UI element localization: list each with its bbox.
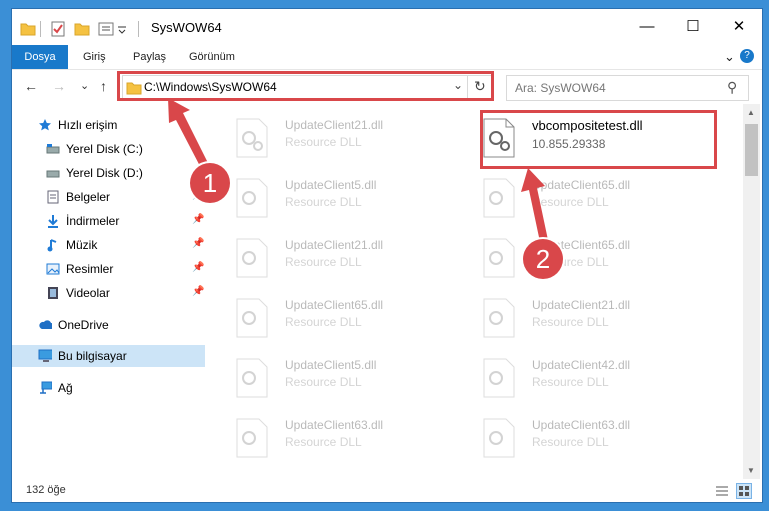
arrow-1 [168, 98, 209, 170]
step-1-badge: 1 [190, 163, 230, 203]
step-2-badge: 2 [523, 239, 563, 279]
annotation-arrows [168, 98, 548, 242]
arrow-2 [521, 168, 548, 242]
